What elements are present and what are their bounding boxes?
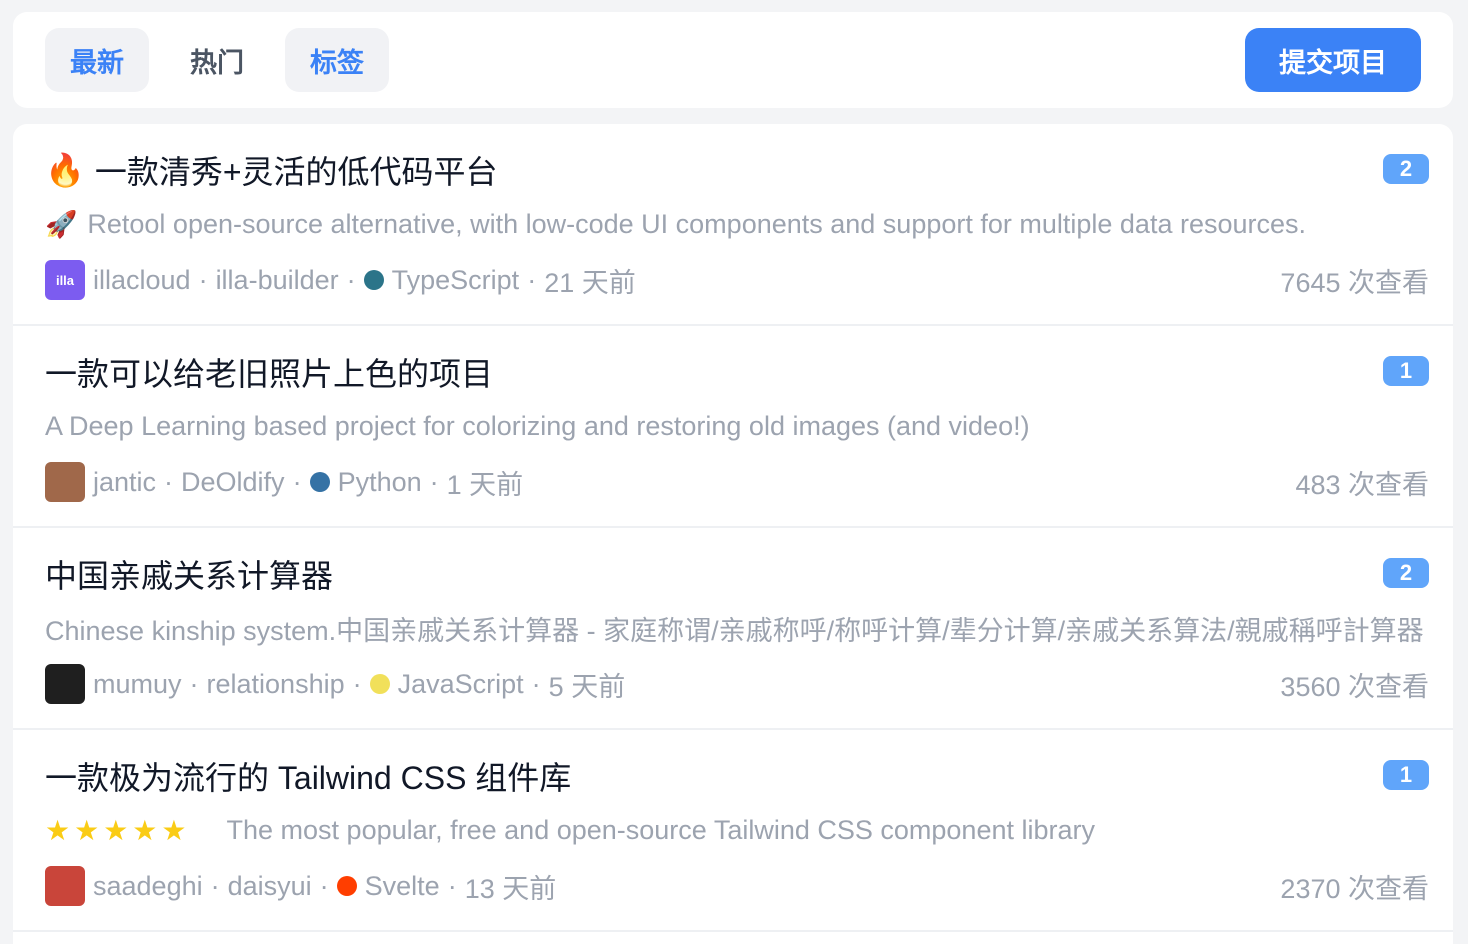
list-item[interactable]: 一款极为流行的 Tailwind CSS 组件库 1 ★★★★★ The mos… [13, 730, 1453, 932]
item-description: Chinese kinship system.中国亲戚关系计算器 - 家庭称谓/… [45, 608, 1433, 648]
language-dot-icon [363, 270, 384, 290]
repo-link[interactable]: daisyui [228, 871, 312, 902]
list-item[interactable]: 一款可以给老旧照片上色的项目 1 A Deep Learning based p… [13, 326, 1453, 528]
tab-hot[interactable]: 热门 [165, 28, 269, 92]
item-description-text: Chinese kinship system.中国亲戚关系计算器 - 家庭称谓/… [45, 615, 1424, 646]
tab-tags[interactable]: 标签 [285, 28, 389, 92]
item-meta: saadeghi · daisyui · Svelte · 13 天前 2370… [45, 866, 1429, 906]
item-title[interactable]: 一款极为流行的 Tailwind CSS 组件库 [45, 754, 571, 798]
language-label: TypeScript [391, 264, 520, 295]
owner-link[interactable]: jantic [93, 467, 156, 498]
separator: · [189, 668, 199, 699]
item-description: A Deep Learning based project for colori… [45, 406, 1433, 446]
separator: · [292, 466, 302, 497]
time-label: 1 天前 [446, 469, 524, 500]
tab-newest[interactable]: 最新 [45, 28, 149, 92]
avatar[interactable] [45, 866, 85, 906]
separator: · [319, 870, 329, 901]
list-item[interactable]: 🔥 一款清秀+灵活的低代码平台 2 🚀 Retool open-source a… [13, 124, 1453, 326]
submit-project-button[interactable]: 提交项目 [1245, 28, 1421, 92]
item-description: 🚀 Retool open-source alternative, with l… [45, 204, 1433, 244]
item-description-text: A Deep Learning based project for colori… [45, 410, 1030, 441]
time-label: 5 天前 [548, 671, 626, 702]
owner-link[interactable]: mumuy [93, 669, 182, 700]
project-list: 🔥 一款清秀+灵活的低代码平台 2 🚀 Retool open-source a… [13, 124, 1453, 944]
item-title[interactable]: 一款可以给老旧照片上色的项目 [45, 350, 493, 394]
comment-count-badge: 2 [1383, 558, 1429, 588]
view-count: 2370 次查看 [1280, 873, 1429, 904]
avatar[interactable] [45, 664, 85, 704]
separator: · [531, 668, 541, 699]
comment-count-badge: 1 [1383, 760, 1429, 790]
owner-link[interactable]: illacloud [93, 265, 191, 296]
item-title[interactable]: 🔥 一款清秀+灵活的低代码平台 [45, 148, 498, 192]
language-dot-icon [336, 876, 357, 896]
view-count: 7645 次查看 [1280, 267, 1429, 298]
language-label: Svelte [364, 870, 440, 901]
item-title-text[interactable]: 中国亲戚关系计算器 [45, 551, 333, 597]
item-description-text: Retool open-source alternative, with low… [87, 208, 1307, 239]
rocket-icon: 🚀 [45, 208, 78, 239]
repo-link[interactable]: illa-builder [216, 265, 339, 296]
list-item[interactable]: 中国亲戚关系计算器 2 Chinese kinship system.中国亲戚关… [13, 528, 1453, 730]
star-icons: ★★★★★ [45, 814, 191, 846]
separator: · [429, 466, 439, 497]
avatar[interactable]: illa [45, 260, 85, 300]
separator: · [210, 870, 220, 901]
view-count: 3560 次查看 [1280, 671, 1429, 702]
item-meta: illa illacloud · illa-builder · TypeScri… [45, 260, 1429, 300]
separator: · [352, 668, 362, 699]
item-description-text: The most popular, free and open-source T… [226, 814, 1095, 845]
repo-link[interactable]: DeOldify [181, 467, 285, 498]
view-count: 483 次查看 [1295, 469, 1429, 500]
item-meta: mumuy · relationship · JavaScript · 5 天前… [45, 664, 1429, 704]
item-title-text[interactable]: 一款极为流行的 Tailwind CSS 组件库 [45, 753, 571, 799]
item-title-text[interactable]: 一款清秀+灵活的低代码平台 [95, 147, 498, 193]
separator: · [447, 870, 457, 901]
comment-count-badge: 2 [1383, 154, 1429, 184]
separator: · [198, 264, 208, 295]
comment-count-badge: 1 [1383, 356, 1429, 386]
language-dot-icon [309, 472, 330, 492]
language-label: JavaScript [397, 668, 524, 699]
language-label: Python [337, 466, 422, 497]
fire-icon: 🔥 [45, 152, 85, 188]
separator: · [164, 466, 174, 497]
top-toolbar: 最新 热门 标签 提交项目 [13, 12, 1453, 108]
avatar[interactable] [45, 462, 85, 502]
item-title[interactable]: 中国亲戚关系计算器 [45, 552, 333, 596]
item-title-text[interactable]: 一款可以给老旧照片上色的项目 [45, 349, 493, 395]
time-label: 21 天前 [544, 267, 636, 298]
owner-link[interactable]: saadeghi [93, 871, 203, 902]
separator: · [527, 264, 537, 295]
item-meta: jantic · DeOldify · Python · 1 天前 483 次查… [45, 462, 1429, 502]
item-description: ★★★★★ The most popular, free and open-so… [45, 810, 1433, 850]
repo-link[interactable]: relationship [207, 669, 345, 700]
language-dot-icon [369, 674, 390, 694]
time-label: 13 天前 [464, 873, 557, 904]
separator: · [346, 264, 356, 295]
